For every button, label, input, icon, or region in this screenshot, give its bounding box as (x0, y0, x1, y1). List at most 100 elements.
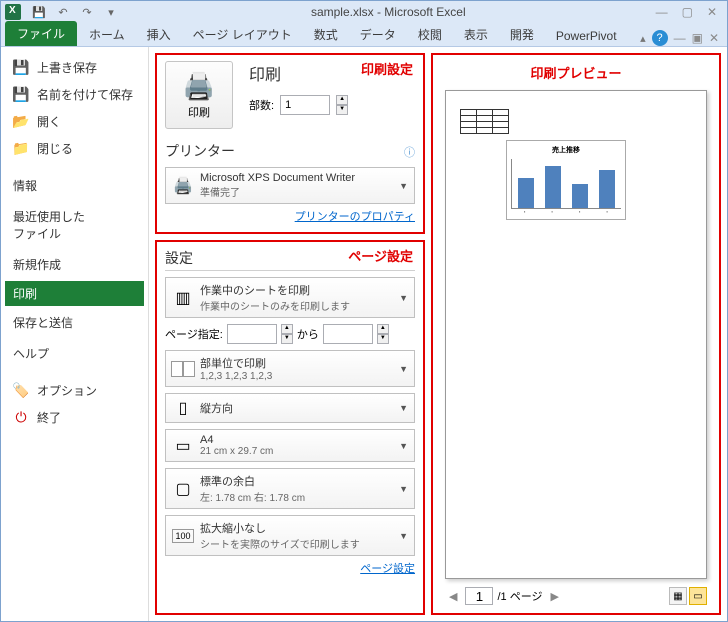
page-range-row: ページ指定: ▲▼ から ▲▼ (165, 324, 415, 344)
sidebar-item-label: 開く (37, 113, 61, 130)
page-total-label: /1 ページ (497, 588, 542, 604)
sidebar-item-saveas[interactable]: 💾 名前を付けて保存 (5, 82, 144, 107)
orientation-title: 縦方向 (200, 400, 393, 416)
collate-dropdown[interactable]: 部単位で印刷 1,2,3 1,2,3 1,2,3 ▼ (165, 350, 415, 387)
chevron-down-icon: ▼ (399, 403, 408, 413)
backstage-body: 💾 上書き保存 💾 名前を付けて保存 📂 開く 📁 閉じる 情報 最近使用した … (1, 47, 727, 621)
margins-icon: ▢ (172, 479, 194, 499)
copies-spinner: ▲ ▼ (336, 95, 348, 115)
sidebar-item-recent[interactable]: 最近使用した ファイル (5, 202, 144, 248)
margins-sub: 左: 1.78 cm 右: 1.78 cm (200, 489, 393, 504)
annotation-print-preview: 印刷プレビュー (437, 59, 715, 90)
printer-ready-icon: 🖨️ (172, 176, 194, 196)
print-button[interactable]: 🖨️ 印刷 (165, 61, 233, 129)
sidebar-item-help[interactable]: ヘルプ (5, 339, 144, 368)
margins-title: 標準の余白 (200, 473, 393, 489)
scope-sub: 作業中のシートのみを印刷します (200, 298, 393, 313)
tab-formulas[interactable]: 数式 (304, 23, 348, 46)
minimize-button[interactable]: — (656, 5, 668, 19)
open-icon: 📂 (13, 114, 29, 130)
chevron-down-icon: ▼ (399, 181, 408, 191)
orientation-dropdown[interactable]: ▯ 縦方向 ▼ (165, 393, 415, 423)
copies-input[interactable] (280, 95, 330, 115)
chart-bar (545, 166, 561, 208)
paper-sub: 21 cm x 29.7 cm (200, 446, 393, 457)
page-to-up[interactable]: ▲ (377, 324, 389, 334)
page-setup-link[interactable]: ページ設定 (165, 560, 415, 576)
quick-access-toolbar: 💾 ↶ ↷ ▾ (29, 3, 121, 21)
ribbon-minimize-icon[interactable]: ▴ (640, 32, 646, 45)
print-scope-dropdown[interactable]: ▥ 作業中のシートを印刷 作業中のシートのみを印刷します ▼ (165, 277, 415, 318)
page-to-down[interactable]: ▼ (377, 334, 389, 344)
qat-undo-button[interactable]: ↶ (53, 3, 73, 21)
sidebar-item-options[interactable]: 🏷️ オプション (5, 378, 144, 403)
doc-close-button[interactable]: ✕ (709, 31, 719, 45)
doc-restore-button[interactable]: ▣ (692, 31, 703, 45)
chevron-down-icon: ▼ (399, 484, 408, 494)
sidebar-item-open[interactable]: 📂 開く (5, 109, 144, 134)
sidebar-item-save[interactable]: 💾 上書き保存 (5, 55, 144, 80)
paper-icon: ▭ (172, 436, 194, 456)
saveas-icon: 💾 (13, 87, 29, 103)
chart-bar (518, 178, 534, 208)
tab-developer[interactable]: 開発 (500, 23, 544, 46)
tab-file[interactable]: ファイル (5, 21, 77, 46)
current-page-input[interactable] (465, 587, 493, 605)
printer-dropdown[interactable]: 🖨️ Microsoft XPS Document Writer 準備完了 ▼ (165, 167, 415, 204)
copies-down-button[interactable]: ▼ (336, 105, 348, 115)
sidebar-item-exit[interactable]: ⏻ 終了 (5, 405, 144, 430)
printer-status: 準備完了 (200, 184, 393, 199)
copies-up-button[interactable]: ▲ (336, 95, 348, 105)
annotation-page-settings: ページ設定 (348, 246, 413, 265)
sidebar-item-label: 終了 (37, 409, 61, 426)
printer-info-icon[interactable]: ⓘ (404, 144, 415, 160)
tab-pagelayout[interactable]: ページ レイアウト (183, 23, 302, 46)
prev-page-button[interactable]: ◀ (445, 590, 461, 603)
chevron-down-icon: ▼ (399, 293, 408, 303)
page-to-input[interactable] (323, 324, 373, 344)
options-icon: 🏷️ (13, 383, 29, 399)
backstage-sidebar: 💾 上書き保存 💾 名前を付けて保存 📂 開く 📁 閉じる 情報 最近使用した … (1, 47, 149, 621)
scale-sub: シートを実際のサイズで印刷します (200, 536, 393, 551)
zoom-to-page-button[interactable]: ▭ (689, 587, 707, 605)
printer-name: Microsoft XPS Document Writer (200, 172, 393, 184)
doc-minimize-button[interactable]: — (674, 31, 686, 45)
tab-home[interactable]: ホーム (79, 23, 135, 46)
tab-data[interactable]: データ (350, 23, 406, 46)
tab-view[interactable]: 表示 (454, 23, 498, 46)
collate-sub: 1,2,3 1,2,3 1,2,3 (200, 371, 393, 382)
qat-dropdown[interactable]: ▾ (101, 3, 121, 21)
printer-properties-link[interactable]: プリンターのプロパティ (165, 208, 415, 224)
sidebar-item-share[interactable]: 保存と送信 (5, 308, 144, 337)
sidebar-item-print[interactable]: 印刷 (5, 281, 144, 306)
show-margins-button[interactable]: ▦ (669, 587, 687, 605)
scaling-dropdown[interactable]: 100 拡大縮小なし シートを実際のサイズで印刷します ▼ (165, 515, 415, 556)
qat-save-button[interactable]: 💾 (29, 3, 49, 21)
ribbon-tabs: ファイル ホーム 挿入 ページ レイアウト 数式 データ 校閲 表示 開発 Po… (1, 23, 727, 47)
close-window-button[interactable]: ✕ (707, 5, 717, 19)
page-from-input[interactable] (227, 324, 277, 344)
paper-size-dropdown[interactable]: ▭ A4 21 cm x 29.7 cm ▼ (165, 429, 415, 462)
margins-dropdown[interactable]: ▢ 標準の余白 左: 1.78 cm 右: 1.78 cm ▼ (165, 468, 415, 509)
chevron-down-icon: ▼ (399, 441, 408, 451)
collate-icon (172, 362, 194, 376)
tab-insert[interactable]: 挿入 (137, 23, 181, 46)
sidebar-item-info[interactable]: 情報 (5, 171, 144, 200)
tab-powerpivot[interactable]: PowerPivot (546, 26, 627, 46)
page-from-up[interactable]: ▲ (281, 324, 293, 334)
paper-title: A4 (200, 434, 393, 446)
maximize-button[interactable]: ▢ (682, 5, 693, 19)
page-from-down[interactable]: ▼ (281, 334, 293, 344)
scale-icon: 100 (172, 529, 194, 543)
sidebar-item-close[interactable]: 📁 閉じる (5, 136, 144, 161)
annotation-print-settings: 印刷設定 (361, 59, 413, 78)
next-page-button[interactable]: ▶ (546, 590, 562, 603)
collate-title: 部単位で印刷 (200, 355, 393, 371)
qat-redo-button[interactable]: ↷ (77, 3, 97, 21)
chart-title: 売上推移 (511, 145, 621, 155)
tab-review[interactable]: 校閲 (408, 23, 452, 46)
sidebar-item-new[interactable]: 新規作成 (5, 250, 144, 279)
help-icon[interactable]: ? (652, 30, 668, 46)
chevron-down-icon: ▼ (399, 364, 408, 374)
sidebar-item-label: 印刷 (13, 285, 37, 302)
